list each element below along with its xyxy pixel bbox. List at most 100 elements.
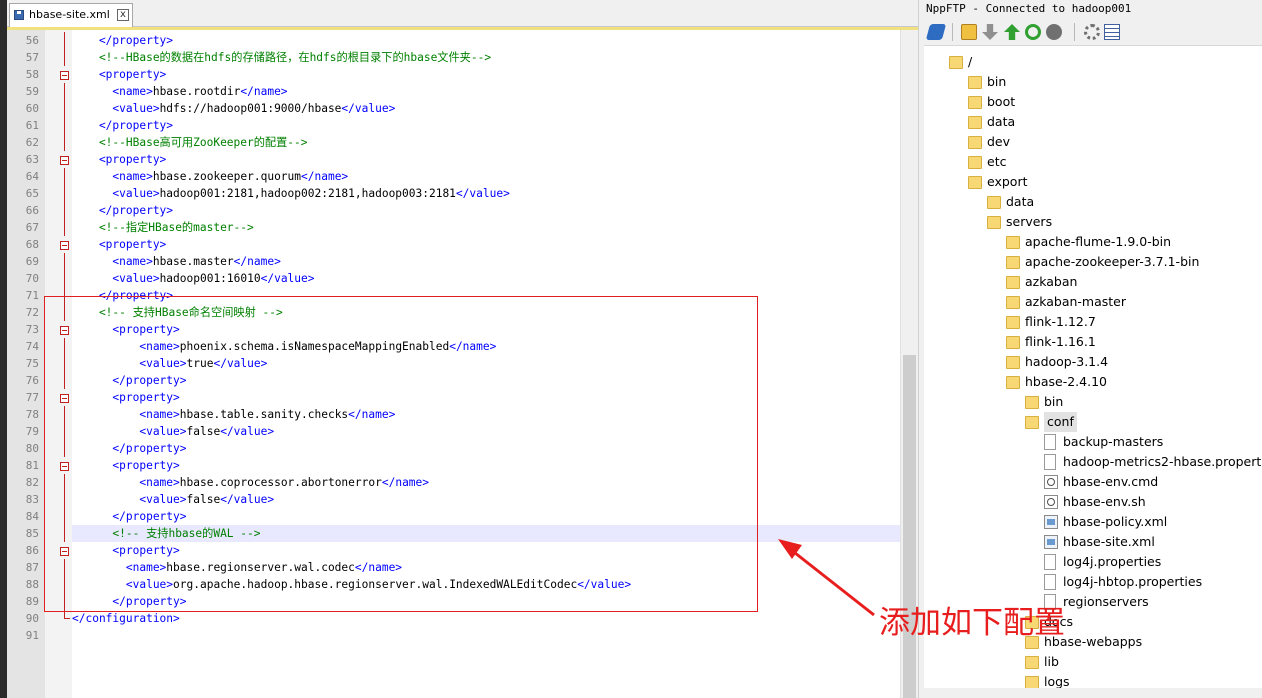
line-code: <name>hbase.coprocessor.abortonerror</na… bbox=[72, 474, 429, 491]
fold-marker-icon[interactable] bbox=[60, 71, 69, 80]
refresh-icon[interactable] bbox=[1025, 24, 1041, 40]
tree-item-label: etc bbox=[987, 154, 1007, 169]
download-icon[interactable] bbox=[982, 24, 998, 40]
fold-marker-icon[interactable] bbox=[60, 156, 69, 165]
code-line[interactable]: 65 <value>hadoop001:2181,hadoop002:2181,… bbox=[7, 185, 900, 202]
code-line[interactable]: 56 </property> bbox=[7, 32, 900, 49]
line-code: </configuration> bbox=[72, 610, 180, 627]
xml-comment: <!--HBase高可用ZooKeeper的配置--> bbox=[72, 136, 308, 149]
code-line[interactable]: 66 </property> bbox=[7, 202, 900, 219]
code-line[interactable]: 67 <!--指定HBase的master--> bbox=[7, 219, 900, 236]
tab-hbase-site-xml[interactable]: hbase-site.xml x bbox=[9, 3, 133, 27]
code-line[interactable]: 87 <name>hbase.regionserver.wal.codec</n… bbox=[7, 559, 900, 576]
line-number: 85 bbox=[25, 527, 39, 540]
code-line[interactable]: 62 <!--HBase高可用ZooKeeper的配置--> bbox=[7, 134, 900, 151]
code-line[interactable]: 68 <property> bbox=[7, 236, 900, 253]
line-number: 82 bbox=[25, 476, 39, 489]
fold-line bbox=[64, 253, 65, 270]
code-line[interactable]: 84 </property> bbox=[7, 508, 900, 525]
code-line[interactable]: 91 bbox=[7, 627, 900, 644]
xml-tag: </value> bbox=[220, 425, 275, 438]
code-line[interactable]: 82 <name>hbase.coprocessor.abortonerror<… bbox=[7, 474, 900, 491]
code-line[interactable]: 88 <value>org.apache.hadoop.hbase.region… bbox=[7, 576, 900, 593]
tree-item-label: dev bbox=[987, 134, 1011, 149]
xml-tag: </name> bbox=[240, 85, 288, 98]
code-line[interactable]: 86 <property> bbox=[7, 542, 900, 559]
folder-icon bbox=[1006, 256, 1020, 269]
code-line[interactable]: 63 <property> bbox=[7, 151, 900, 168]
tree-item-label: regionservers bbox=[1063, 594, 1149, 609]
code-line[interactable]: 80 </property> bbox=[7, 440, 900, 457]
fold-marker-icon[interactable] bbox=[60, 326, 69, 335]
code-line[interactable]: 81 <property> bbox=[7, 457, 900, 474]
abort-icon[interactable] bbox=[1046, 24, 1062, 40]
tree-item-label: bin bbox=[987, 74, 1007, 89]
fold-line bbox=[64, 270, 65, 287]
line-number: 76 bbox=[25, 374, 39, 387]
xml-tag: <property> bbox=[72, 153, 167, 166]
code-line[interactable]: 73 <property> bbox=[7, 321, 900, 338]
close-icon[interactable]: x bbox=[117, 9, 129, 21]
xml-tag: </value> bbox=[455, 187, 510, 200]
line-code: <name>hbase.rootdir</name> bbox=[72, 83, 288, 100]
messages-icon[interactable] bbox=[1104, 24, 1120, 40]
folder-icon bbox=[1025, 416, 1039, 429]
code-line[interactable]: 71 </property> bbox=[7, 287, 900, 304]
code-line[interactable]: 79 <value>false</value> bbox=[7, 423, 900, 440]
fold-marker-icon[interactable] bbox=[60, 241, 69, 250]
fold-marker-icon[interactable] bbox=[60, 394, 69, 403]
fold-marker-icon[interactable] bbox=[60, 547, 69, 556]
code-line[interactable]: 57 <!--HBase的数据在hdfs的存储路径，在hdfs的根目录下的hba… bbox=[7, 49, 900, 66]
code-line[interactable]: 77 <property> bbox=[7, 389, 900, 406]
line-number: 89 bbox=[25, 595, 39, 608]
line-code: <value>false</value> bbox=[72, 423, 274, 440]
annotation-label: 添加如下配置 bbox=[879, 605, 1065, 641]
settings-icon[interactable] bbox=[1084, 24, 1100, 40]
folder-open-icon[interactable] bbox=[961, 24, 977, 40]
code-line[interactable]: 78 <name>hbase.table.sanity.checks</name… bbox=[7, 406, 900, 423]
folder-icon bbox=[987, 196, 1001, 209]
upload-icon[interactable] bbox=[1004, 24, 1020, 40]
tree-item-label: hadoop-metrics2-hbase.properties bbox=[1063, 454, 1262, 469]
code-line[interactable]: 75 <value>true</value> bbox=[7, 355, 900, 372]
folder-icon bbox=[1006, 276, 1020, 289]
xml-comment: <!-- 支持hbase的WAL --> bbox=[72, 527, 261, 540]
code-line[interactable]: 70 <value>hadoop001:16010</value> bbox=[7, 270, 900, 287]
code-line[interactable]: 60 <value>hdfs://hadoop001:9000/hbase</v… bbox=[7, 100, 900, 117]
tree-item-label: bin bbox=[1044, 394, 1064, 409]
code-line[interactable]: 83 <value>false</value> bbox=[7, 491, 900, 508]
code-line[interactable]: 69 <name>hbase.master</name> bbox=[7, 253, 900, 270]
code-line[interactable]: 74 <name>phoenix.schema.isNamespaceMappi… bbox=[7, 338, 900, 355]
folder-icon bbox=[968, 116, 982, 129]
line-number: 64 bbox=[25, 170, 39, 183]
fold-line bbox=[64, 338, 65, 355]
code-line[interactable]: 64 <name>hbase.zookeeper.quorum</name> bbox=[7, 168, 900, 185]
fold-marker-icon[interactable] bbox=[60, 462, 69, 471]
code-line[interactable]: 58 <property> bbox=[7, 66, 900, 83]
code-line[interactable]: 76 </property> bbox=[7, 372, 900, 389]
code-line[interactable]: 59 <name>hbase.rootdir</name> bbox=[7, 83, 900, 100]
xml-tag: <name> bbox=[72, 476, 180, 489]
line-code: <name>hbase.master</name> bbox=[72, 253, 280, 270]
code-line[interactable]: 85 <!-- 支持hbase的WAL --> bbox=[7, 525, 900, 542]
xml-tag: <name> bbox=[72, 340, 180, 353]
xml-text: phoenix.schema.isNamespaceMappingEnabled bbox=[179, 340, 450, 353]
xml-tag: <name> bbox=[72, 561, 167, 574]
line-number: 66 bbox=[25, 204, 39, 217]
save-icon bbox=[14, 10, 24, 20]
fold-line bbox=[64, 525, 65, 542]
horizontal-scrollbar[interactable] bbox=[924, 688, 1262, 698]
fold-line bbox=[64, 508, 65, 525]
code-line[interactable]: 89 </property> bbox=[7, 593, 900, 610]
xml-tag: <name> bbox=[72, 170, 153, 183]
code-line[interactable]: 72 <!-- 支持HBase命名空间映射 --> bbox=[7, 304, 900, 321]
toolbar-separator bbox=[1074, 23, 1075, 41]
connect-icon[interactable] bbox=[925, 24, 947, 40]
line-number: 56 bbox=[25, 34, 39, 47]
line-number: 72 bbox=[25, 306, 39, 319]
code-line[interactable]: 61 </property> bbox=[7, 117, 900, 134]
tree-item-label: apache-zookeeper-3.7.1-bin bbox=[1025, 254, 1200, 269]
code-line[interactable]: 90 </configuration> bbox=[7, 610, 900, 627]
xml-tag: </property> bbox=[72, 289, 174, 302]
scrollbar-thumb[interactable] bbox=[903, 355, 916, 698]
